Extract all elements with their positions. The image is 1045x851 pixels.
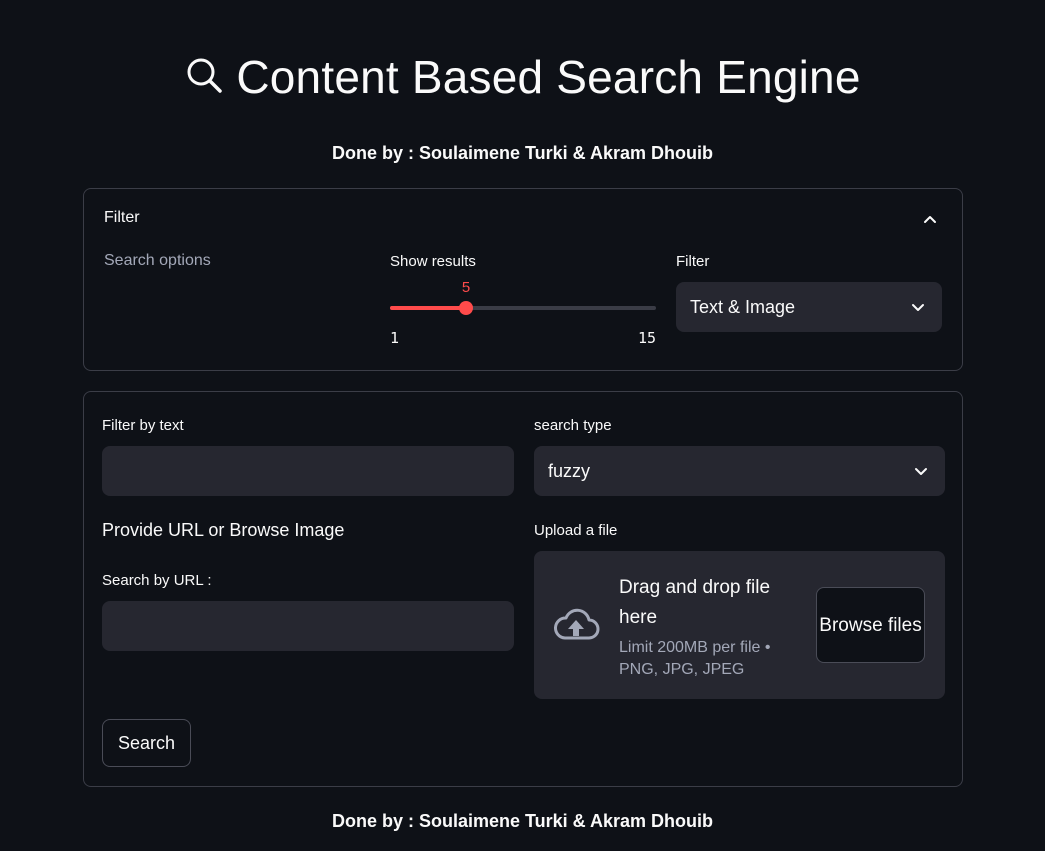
slider-track[interactable] — [390, 306, 656, 310]
page-header: Content Based Search Engine — [0, 50, 1045, 104]
search-type-label: search type — [534, 417, 612, 434]
expander-title[interactable]: Filter — [104, 209, 140, 227]
search-by-url-label: Search by URL : — [102, 572, 212, 589]
filter-by-text-input[interactable] — [102, 446, 514, 496]
browse-files-button[interactable]: Browse files — [816, 587, 925, 663]
filter-select-block: Filter Text & Image — [676, 253, 942, 332]
slider-min-label: 1 — [390, 329, 400, 347]
dropzone-instructions: Drag and drop file here — [619, 577, 771, 628]
filter-select[interactable]: Text & Image — [676, 282, 942, 332]
search-button[interactable]: Search — [102, 719, 191, 767]
chevron-up-icon[interactable] — [922, 211, 938, 227]
filter-select-value: Text & Image — [690, 296, 796, 317]
url-section-heading: Provide URL or Browse Image — [102, 520, 345, 540]
app-page: Content Based Search Engine Done by : So… — [0, 0, 1045, 851]
slider-max-label: 15 — [637, 329, 656, 347]
search-type-value: fuzzy — [548, 460, 591, 481]
upload-label: Upload a file — [534, 522, 618, 539]
file-dropzone[interactable]: Drag and drop file here Limit 200MB per … — [534, 551, 945, 699]
slider-fill — [390, 306, 466, 310]
show-results-slider: Show results 5 1 15 — [390, 253, 656, 347]
filter-label: Filter — [676, 253, 710, 270]
author-byline: Done by : Soulaimene Turki & Akram Dhoui… — [331, 143, 714, 163]
show-results-label: Show results — [390, 253, 476, 270]
slider-value: 5 — [461, 279, 471, 296]
filter-by-text-label: Filter by text — [102, 417, 184, 434]
dropzone-limit: Limit 200MB per file • PNG, JPG, JPEG — [619, 639, 771, 678]
filter-expander: Filter Search options Show results 5 1 1… — [83, 188, 963, 371]
cloud-upload-icon — [552, 605, 600, 645]
page-title: Content Based Search Engine — [236, 51, 861, 103]
slider-thumb[interactable] — [459, 301, 473, 315]
chevron-down-icon — [913, 463, 929, 479]
search-options-label: Search options — [104, 252, 211, 269]
magnifying-glass-icon — [184, 55, 224, 100]
search-by-url-input[interactable] — [102, 601, 514, 651]
footer-byline: Done by : Soulaimene Turki & Akram Dhoui… — [331, 811, 714, 831]
search-form: Filter by text search type fuzzy Provide… — [83, 391, 963, 787]
chevron-down-icon — [910, 299, 926, 315]
search-type-select[interactable]: fuzzy — [534, 446, 945, 496]
